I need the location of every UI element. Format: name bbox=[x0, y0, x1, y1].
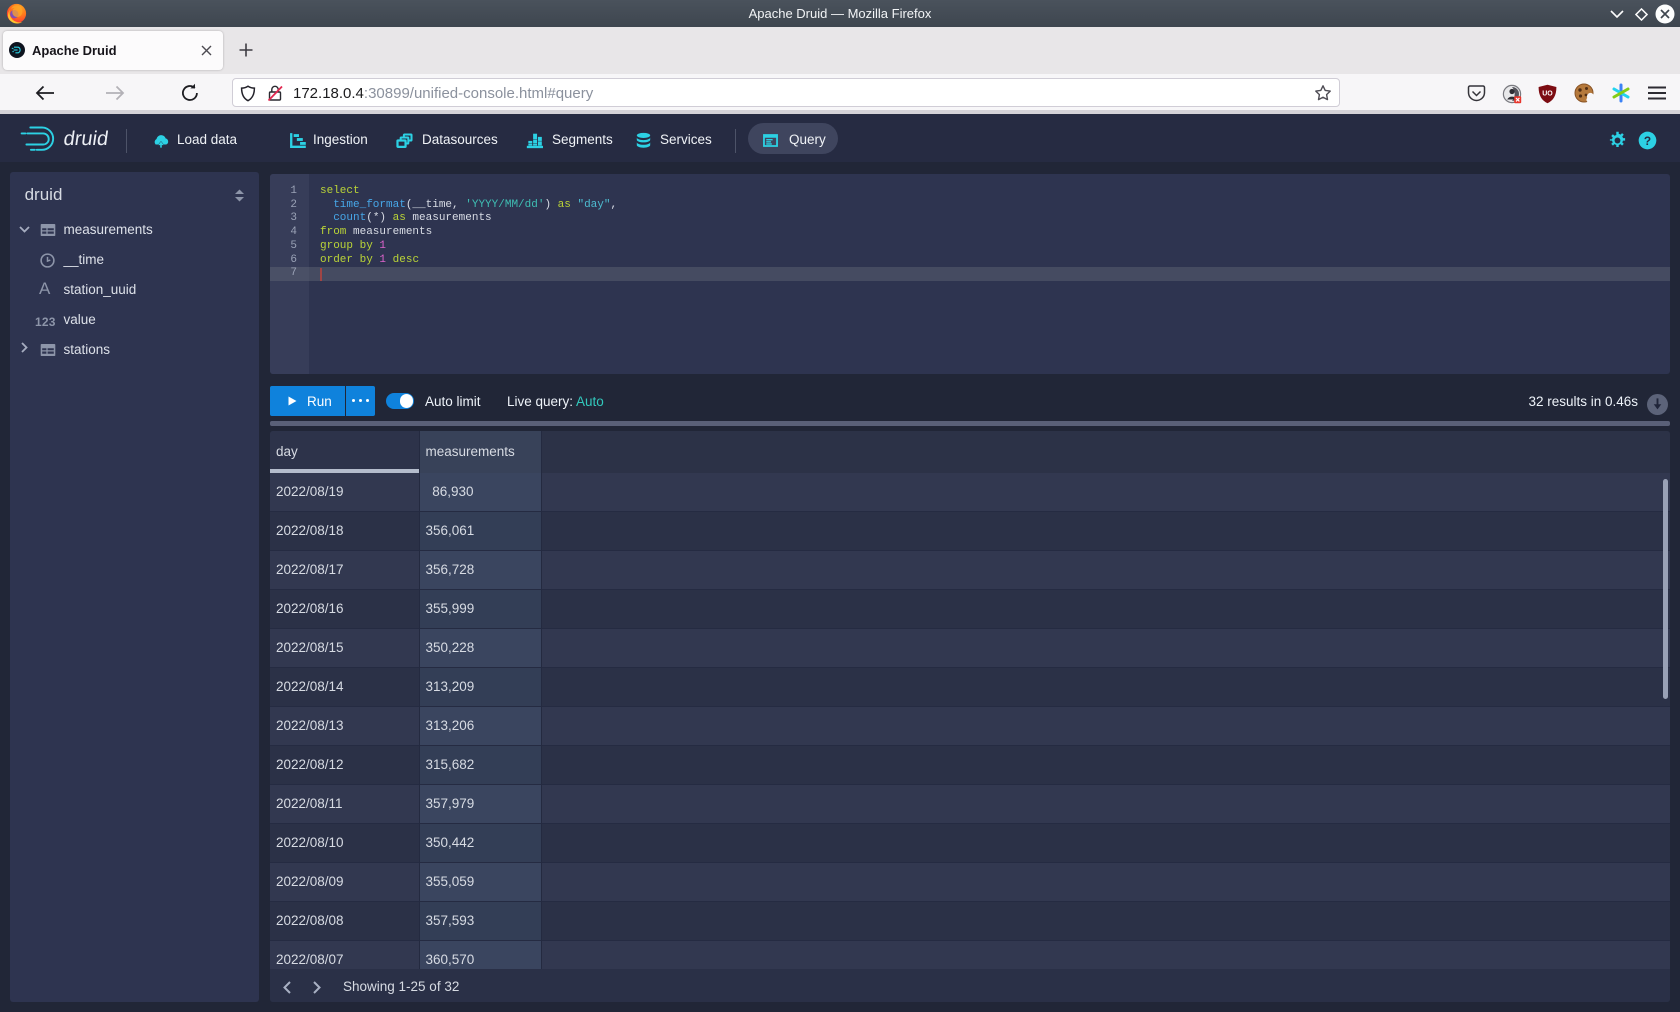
svg-text:?: ? bbox=[1644, 134, 1651, 148]
svg-text:UO: UO bbox=[1542, 91, 1553, 98]
